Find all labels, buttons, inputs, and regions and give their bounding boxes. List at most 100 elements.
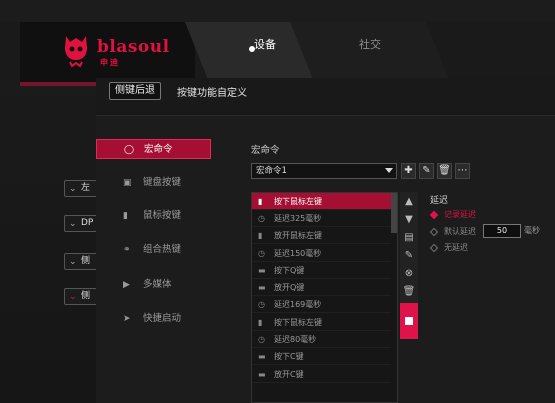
list-item-label: 按下C键 [274,352,304,361]
dialog-title: 按键功能自定义 [177,88,247,99]
macro-select[interactable]: 宏命令1 [251,163,397,179]
menu-item-label: 快捷启动 [143,313,182,324]
default-delay-input[interactable]: 50 [483,224,521,238]
logo-text: blasoul [97,37,170,57]
menu-item-mouse[interactable]: ▮ 鼠标按键 [96,206,211,226]
macro-section-title: 宏命令 [251,145,280,156]
clear-events-button[interactable]: 🗑 [401,284,417,300]
menu-item-shortcut[interactable]: ➤ 快捷启动 [96,309,211,329]
clock-icon: ◷ [258,214,265,223]
move-up-button[interactable]: ▲ [401,194,417,210]
key-icon: ▬ [258,266,266,275]
move-down-button[interactable]: ▼ [401,212,417,228]
background-select-label: 左 [81,183,91,193]
triangle-up-icon: ▲ [405,196,413,207]
delete-macro-button[interactable]: 🗑 [437,163,452,179]
list-item[interactable]: ◷ 延迟80毫秒 [252,331,391,348]
list-item[interactable]: ▬ 放开C键 [252,366,391,383]
key-icon: ▬ [258,283,266,292]
key-icon: ▬ [258,370,266,379]
list-item-label: 延迟80毫秒 [274,335,317,344]
menu-item-label: 键盘按键 [143,177,182,188]
remove-event-button[interactable]: ⊗ [401,266,417,282]
tab-social-label: 社交 [359,38,381,51]
radio-label: 记录延迟 [444,210,476,219]
radio-label: 无延迟 [444,243,468,252]
mouse-cursor [249,46,255,52]
menu-item-macro[interactable]: ◯ 宏命令 [96,139,211,159]
trash-icon: 🗑 [402,286,416,297]
tab-devices-label: 设备 [254,38,276,51]
radio-record-delay[interactable]: 记录延迟 [429,209,476,221]
list-item-label: 按下鼠标左键 [274,318,322,327]
edit-icon: ✎ [422,165,431,176]
list-item-label: 延迟150毫秒 [274,249,322,258]
copy-button[interactable]: ▤ [401,230,417,246]
menu-item-multimedia[interactable]: ▶ 多媒体 [96,275,211,295]
list-item-label: 延迟325毫秒 [274,214,322,223]
menu-item-hotkey[interactable]: ⚭ 组合热键 [96,240,211,260]
menu-item-label: 组合热键 [143,244,182,255]
list-item[interactable]: ▬ 按下C键 [252,348,391,365]
list-scrollbar[interactable] [391,193,397,233]
background-select-label: 侧 [81,256,91,266]
send-icon: ➤ [123,314,131,324]
caret-down-icon [385,168,393,173]
dialog-header [96,78,555,116]
edit-event-button[interactable]: ✎ [401,248,417,264]
link-icon: ⚭ [123,245,131,255]
list-item-label: 放开鼠标左键 [274,231,322,240]
menu-item-label: 宏命令 [144,144,173,155]
delay-unit-label: 毫秒 [524,226,540,235]
list-item-label: 放开Q键 [274,283,305,292]
delay-title: 延迟 [430,196,449,206]
logo-skull-icon [65,36,87,68]
list-item[interactable]: ▮ 按下鼠标左键 [252,314,391,331]
radio-indicator [429,227,439,237]
mouse-icon: ▮ [258,318,263,327]
list-item-label: 放开C键 [274,370,304,379]
more-options-button[interactable]: ⋯ [455,163,470,179]
stop-icon [405,317,413,325]
list-item[interactable]: ◷ 延迟150毫秒 [252,245,391,262]
triangle-down-icon: ▼ [405,214,413,225]
clock-icon: ◷ [258,335,265,344]
chevron-down-icon: ⌄ [69,292,77,302]
background-select-label: 侧 [81,291,91,301]
side-back-button[interactable]: 侧键后退 [109,82,161,100]
mouse-icon: ▮ [258,231,263,240]
list-item[interactable]: ▮ 按下鼠标左键 [252,193,391,210]
macro-select-value: 宏命令1 [256,166,287,176]
trash-icon: 🗑 [438,165,451,176]
background-select-label: DP [81,218,94,228]
close-circle-icon: ⊗ [404,268,414,279]
tag-icon: ◯ [124,145,135,155]
list-item[interactable]: ▮ 放开鼠标左键 [252,227,391,244]
list-item[interactable]: ◷ 延迟325毫秒 [252,210,391,227]
list-item-label: 按下Q键 [274,266,305,275]
list-item[interactable]: ◷ 延迟169毫秒 [252,296,391,313]
list-item[interactable]: ▬ 放开Q键 [252,279,391,296]
radio-default-delay[interactable]: 默认延迟 [429,226,476,238]
list-item[interactable]: ▬ 按下Q键 [252,262,391,279]
chevron-down-icon: ⌄ [69,257,77,267]
chevron-down-icon: ⌄ [69,219,77,229]
mouse-icon: ▮ [258,197,263,206]
pencil-icon: ✎ [404,250,414,261]
keyboard-icon: ▣ [123,178,132,188]
mouse-icon: ▮ [123,211,128,221]
more-icon: ⋯ [457,165,468,176]
list-item-label: 按下鼠标左键 [274,197,322,206]
list-item-label: 延迟169毫秒 [274,300,322,309]
radio-indicator [429,243,439,253]
radio-no-delay[interactable]: 无延迟 [429,242,468,254]
macro-event-list[interactable]: ▮ 按下鼠标左键 ◷ 延迟325毫秒 ▮ 放开鼠标左键 ◷ 延迟150毫秒 ▬ 按下Q键 … [251,192,398,403]
clock-icon: ◷ [258,300,265,309]
menu-item-keyboard[interactable]: ▣ 键盘按键 [96,173,211,193]
plus-icon: ✚ [404,165,413,176]
logo-subtext: 申迪 [100,58,120,67]
add-macro-button[interactable]: ✚ [401,163,416,179]
record-button[interactable] [400,303,418,339]
edit-macro-button[interactable]: ✎ [419,163,434,179]
tab-social[interactable]: 社交 [290,22,450,82]
